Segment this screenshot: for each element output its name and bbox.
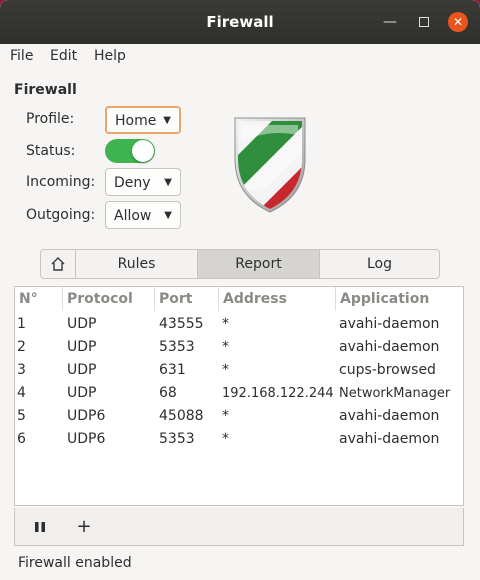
cell-number: 3: [17, 362, 26, 378]
plus-icon: +: [76, 516, 92, 537]
menu-help[interactable]: Help: [94, 48, 126, 64]
cell-number: 5: [17, 408, 26, 424]
profile-dropdown[interactable]: Home ▼: [105, 106, 181, 134]
cell-number: 4: [17, 385, 26, 401]
outgoing-value: Allow: [114, 208, 152, 224]
cell-protocol: UDP6: [67, 431, 106, 447]
app-window: Firewall — ✕ File Edit Help Firewall Pro…: [0, 0, 480, 580]
maximize-icon: [419, 17, 429, 27]
title-bar: Firewall — ✕: [0, 0, 480, 44]
column-header-port[interactable]: Port: [155, 287, 219, 311]
menu-file[interactable]: File: [10, 48, 33, 64]
table-row[interactable]: 4 UDP 68 192.168.122.244 NetworkManager: [15, 382, 463, 405]
cell-protocol: UDP: [67, 316, 97, 332]
cell-port: 43555: [159, 316, 204, 332]
cell-port: 631: [159, 362, 186, 378]
column-header-address[interactable]: Address: [219, 287, 336, 311]
status-bar-text: Firewall enabled: [18, 555, 132, 571]
minimize-button[interactable]: —: [380, 12, 400, 32]
window-title: Firewall: [206, 13, 274, 31]
cell-protocol: UDP6: [67, 408, 106, 424]
cell-number: 1: [17, 316, 26, 332]
status-label: Status:: [26, 143, 76, 159]
cell-application: avahi-daemon: [339, 431, 440, 447]
table-row[interactable]: 5 UDP6 45088 * avahi-daemon: [15, 405, 463, 428]
profile-label: Profile:: [26, 111, 75, 127]
chevron-down-icon: ▼: [164, 177, 172, 188]
home-icon: [51, 257, 65, 271]
outgoing-label: Outgoing:: [26, 207, 96, 223]
cell-number: 6: [17, 431, 26, 447]
cell-address: *: [222, 362, 229, 378]
close-icon: ✕: [452, 15, 464, 29]
incoming-label: Incoming:: [26, 174, 96, 190]
chevron-down-icon: ▼: [164, 210, 172, 221]
column-header-application[interactable]: Application: [336, 287, 463, 311]
outgoing-dropdown[interactable]: Allow ▼: [105, 201, 181, 229]
cell-protocol: UDP: [67, 362, 97, 378]
pause-icon: [35, 522, 45, 532]
view-tabs: Rules Report Log: [40, 249, 440, 279]
tab-rules[interactable]: Rules: [75, 250, 197, 278]
minimize-icon: —: [383, 14, 397, 30]
close-button[interactable]: ✕: [448, 12, 468, 32]
cell-address: 192.168.122.244: [222, 386, 334, 401]
table-row[interactable]: 1 UDP 43555 * avahi-daemon: [15, 313, 463, 336]
cell-application: avahi-daemon: [339, 339, 440, 355]
cell-port: 68: [159, 385, 177, 401]
section-title: Firewall: [14, 82, 77, 98]
report-toolbar: +: [14, 508, 464, 546]
tab-report[interactable]: Report: [197, 250, 319, 278]
cell-port: 5353: [159, 339, 195, 355]
table-row[interactable]: 3 UDP 631 * cups-browsed: [15, 359, 463, 382]
cell-application: cups-browsed: [339, 362, 436, 378]
profile-value: Home: [115, 113, 157, 129]
cell-port: 45088: [159, 408, 204, 424]
cell-address: *: [222, 316, 229, 332]
cell-application: NetworkManager: [339, 386, 451, 401]
tab-log[interactable]: Log: [319, 250, 439, 278]
column-header-number[interactable]: N°: [15, 287, 63, 311]
cell-address: *: [222, 339, 229, 355]
table-row[interactable]: 2 UDP 5353 * avahi-daemon: [15, 336, 463, 359]
report-table: N° Protocol Port Address Application 1 U…: [14, 286, 464, 506]
add-rule-button[interactable]: +: [73, 516, 95, 538]
cell-address: *: [222, 431, 229, 447]
incoming-value: Deny: [114, 175, 151, 191]
chevron-down-icon: ▼: [163, 115, 171, 126]
cell-address: *: [222, 408, 229, 424]
cell-application: avahi-daemon: [339, 316, 440, 332]
tab-home[interactable]: [41, 250, 75, 278]
cell-protocol: UDP: [67, 339, 97, 355]
column-header-protocol[interactable]: Protocol: [63, 287, 155, 311]
menu-bar: File Edit Help: [0, 44, 480, 70]
cell-protocol: UDP: [67, 385, 97, 401]
incoming-dropdown[interactable]: Deny ▼: [105, 168, 181, 196]
maximize-button[interactable]: [414, 12, 434, 32]
table-header: N° Protocol Port Address Application: [15, 287, 463, 311]
cell-application: avahi-daemon: [339, 408, 440, 424]
pause-button[interactable]: [29, 516, 51, 538]
firewall-shield-icon: [234, 117, 306, 213]
menu-edit[interactable]: Edit: [50, 48, 77, 64]
cell-number: 2: [17, 339, 26, 355]
table-row[interactable]: 6 UDP6 5353 * avahi-daemon: [15, 428, 463, 451]
status-toggle[interactable]: [105, 139, 155, 163]
cell-port: 5353: [159, 431, 195, 447]
toggle-knob: [132, 140, 154, 162]
